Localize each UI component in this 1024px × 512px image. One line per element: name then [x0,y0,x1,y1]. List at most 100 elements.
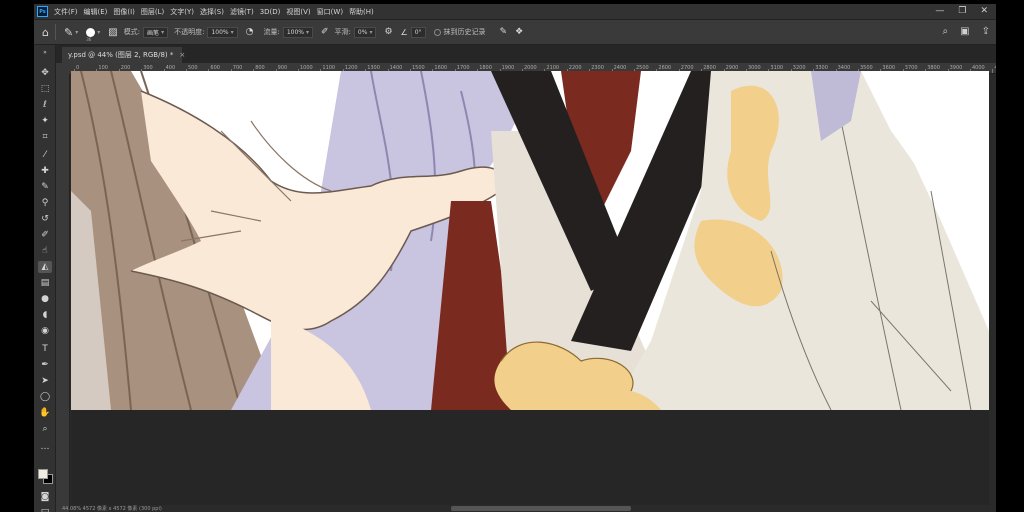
smoothing-label: 平滑: [334,28,351,36]
ruler-tick [992,69,994,73]
marquee-tool-icon[interactable]: ⬚ [38,83,52,95]
zoom-tool-icon[interactable]: ⌕ [38,423,52,435]
path-selection-tool-icon[interactable]: ➤ [38,375,52,387]
smudge-tool-icon[interactable]: ☝ [38,245,52,257]
ellipse-tool-icon[interactable]: ◯ [38,391,52,403]
erase-to-history-checkbox[interactable] [433,28,441,36]
chevron-down-icon: ▾ [161,28,165,36]
angle-field[interactable]: 0° [410,26,426,38]
opacity-label: 不透明度: [174,28,205,36]
document-tab[interactable]: y.psd @ 44% (图层 2, RGB/8) * × [62,47,185,63]
quick-mask-icon[interactable]: ◙ [38,491,52,503]
gradient-tool-icon[interactable]: ▤ [38,277,52,289]
flow-value: 100% [286,28,304,36]
brush-size-value: 36 [86,36,92,42]
erase-to-history-label: 抹到历史记录 [443,28,486,36]
status-bar: 44.08% 4572 像素 x 4572 像素 (300 ppi) [62,506,162,512]
more-tools-icon[interactable]: … [38,441,52,453]
close-window-button[interactable]: ✕ [980,6,988,16]
flow-label: 流量: [263,28,280,36]
clone-stamp-tool-icon[interactable]: ⚲ [38,197,52,209]
sponge-tool-icon[interactable]: ◉ [38,325,52,337]
move-tool-icon[interactable]: ✥ [38,67,52,79]
document-tab-title: y.psd @ 44% (图层 2, RGB/8) * [68,51,174,59]
menu-layer[interactable]: 图层(L) [141,7,164,17]
pen-tool-icon[interactable]: ✒ [38,359,52,371]
menu-3d[interactable]: 3D(D) [260,8,281,16]
document-canvas[interactable] [71,71,989,410]
pasteboard [71,410,989,506]
chevron-down-icon: ▾ [230,28,234,36]
opacity-field[interactable]: 100% ▾ [207,26,238,38]
menu-window[interactable]: 窗口(W) [317,7,343,17]
symmetry-icon[interactable]: ❖ [515,27,523,37]
dodge-tool-icon[interactable]: ◖ [38,309,52,321]
vertical-scrollbar[interactable] [989,74,996,506]
share-icon[interactable]: ⇪ [982,26,990,37]
options-bar: ⌂ ✎ ▾ 36 ▾ ▨ 模式: 画笔 ▾ 不透明度: 100% ▾ ◔ 流量:… [34,19,996,45]
foreground-color-swatch[interactable] [38,469,48,479]
brush-tool-icon[interactable]: ✎ [38,181,52,193]
options-right-icons: ⌕ ▣ ⇪ [943,26,990,37]
mixer-brush-tool-icon[interactable]: ✐ [38,229,52,241]
workspace-icon[interactable]: ▣ [960,26,969,37]
menu-help[interactable]: 帮助(H) [349,7,374,17]
vertical-ruler[interactable] [56,74,70,512]
menu-image[interactable]: 图像(I) [113,7,135,17]
close-tab-icon[interactable]: × [179,51,185,59]
home-icon[interactable]: ⌂ [42,26,49,39]
crop-tool-icon[interactable]: ⌗ [38,131,52,143]
gear-icon[interactable]: ⚙ [384,27,392,37]
chevron-down-icon: ▾ [305,28,309,36]
mode-select[interactable]: 画笔 ▾ [143,26,169,38]
smoothing-field[interactable]: 0% ▾ [353,26,377,38]
artwork [71,71,989,410]
eraser-tool-icon[interactable]: ◭ [38,261,52,273]
mode-value: 画笔 [147,29,160,37]
menu-edit[interactable]: 编辑(E) [84,7,108,17]
window-controls: — ❐ ✕ [935,6,988,16]
screen-mode-icon[interactable]: ▭ [38,505,52,512]
history-brush-tool-icon[interactable]: ↺ [38,213,52,225]
menu-select[interactable]: 选择(S) [200,7,224,17]
maximize-button[interactable]: ❐ [958,6,966,16]
airbrush-icon[interactable]: ✐ [321,27,329,37]
magic-wand-tool-icon[interactable]: ✦ [38,115,52,127]
mode-label: 模式: [123,28,141,36]
photoshop-window: Ps 文件(F) 编辑(E) 图像(I) 图层(L) 文字(Y) 选择(S) 滤… [34,4,996,512]
healing-brush-tool-icon[interactable]: ✚ [38,165,52,177]
minimize-button[interactable]: — [935,6,944,16]
screen-border-right [996,0,1024,512]
document-tab-bar: y.psd @ 44% (图层 2, RGB/8) * × [56,45,996,63]
ruler-origin[interactable] [56,63,70,74]
pressure-size-icon[interactable]: ✎ [500,27,508,37]
menu-file[interactable]: 文件(F) [54,7,78,17]
brush-settings-icon[interactable]: ▨ [108,27,117,38]
eyedropper-tool-icon[interactable]: ⁄ [38,149,52,161]
blur-tool-icon[interactable]: ● [38,293,52,305]
opacity-value: 100% [211,28,229,36]
brush-preset-picker[interactable]: 36 [86,27,96,42]
menu-type[interactable]: 文字(Y) [170,7,194,17]
menu-filter[interactable]: 滤镜(T) [230,7,254,17]
separator [54,24,56,40]
chevron-down-icon: ▾ [369,28,373,36]
eraser-tool-preset-icon[interactable]: ✎ [64,26,73,39]
flow-field[interactable]: 100% ▾ [282,26,313,38]
pressure-opacity-icon[interactable]: ◔ [246,27,254,37]
lasso-tool-icon[interactable]: ℓ [38,99,52,111]
menu-view[interactable]: 视图(V) [286,7,310,17]
chevron-down-icon[interactable]: ▾ [75,29,78,36]
type-tool-icon[interactable]: T [38,343,52,355]
panel-collapse-icon[interactable]: » [38,47,52,59]
smoothing-value: 0% [357,28,368,36]
angle-icon: ∠ [400,27,408,37]
photoshop-logo-icon: Ps [37,6,48,17]
hand-tool-icon[interactable]: ✋ [38,407,52,419]
chevron-down-icon[interactable]: ▾ [97,29,100,36]
ruler-tick-label: 410 [994,65,996,71]
menu-bar: Ps 文件(F) 编辑(E) 图像(I) 图层(L) 文字(Y) 选择(S) 滤… [34,4,996,19]
search-icon[interactable]: ⌕ [943,26,949,37]
tools-panel: » ✥ ⬚ ℓ ✦ ⌗ ⁄ ✚ ✎ ⚲ ↺ ✐ ☝ ◭ ▤ ● ◖ ◉ T ✒ … [34,45,56,512]
angle-value: 0° [414,28,422,36]
